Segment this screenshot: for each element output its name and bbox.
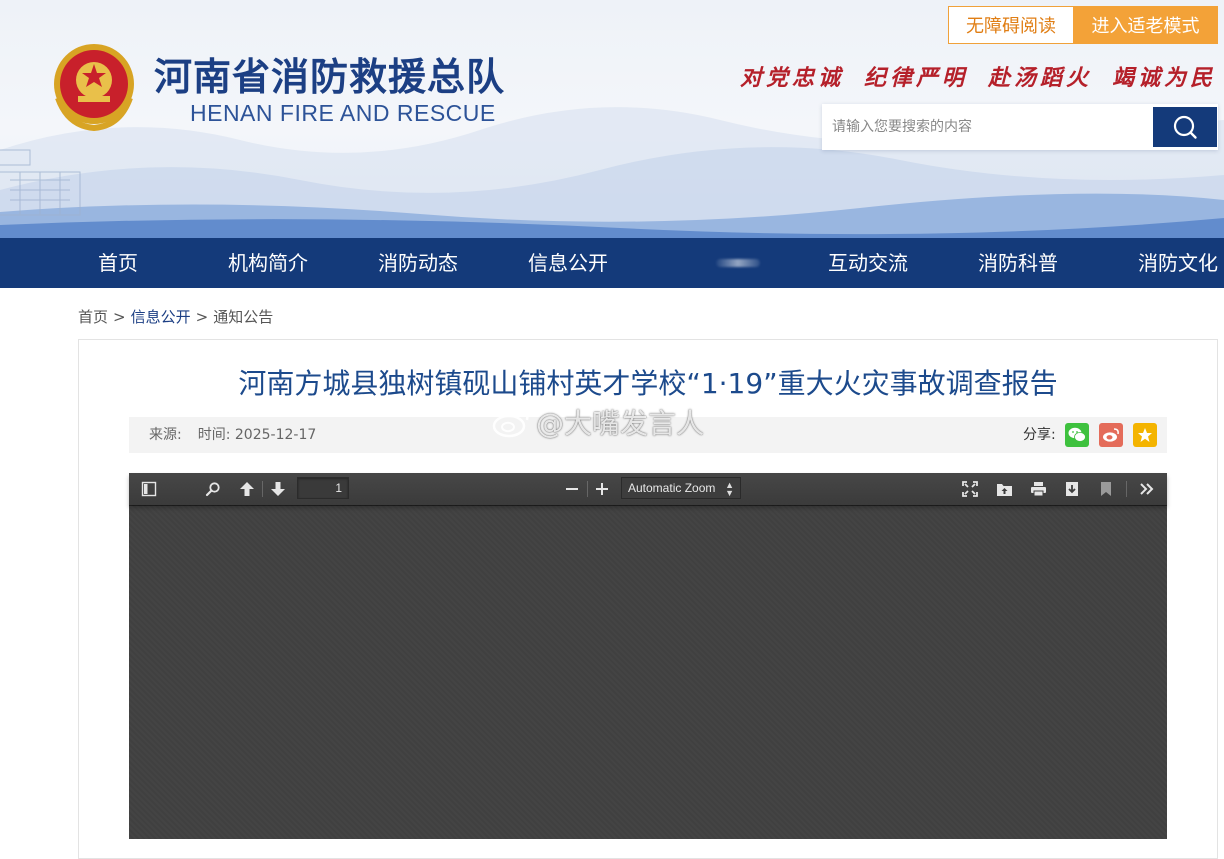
weibo-logo-icon xyxy=(492,408,529,438)
zoom-in-icon xyxy=(596,483,608,495)
site-header: 河南省消防救援总队 HENAN FIRE AND RESCUE 无障碍阅读 进入… xyxy=(0,0,1224,238)
print-button[interactable] xyxy=(1025,477,1051,501)
search-input[interactable] xyxy=(822,104,1152,150)
presentation-mode-icon xyxy=(962,481,978,497)
share-weibo-button[interactable] xyxy=(1099,423,1123,447)
breadcrumb-public-info[interactable]: 信息公开 xyxy=(131,308,191,326)
toolbar-separator xyxy=(262,481,263,497)
nav-item-fire-science[interactable]: 消防科普 xyxy=(978,238,1058,288)
next-page-button[interactable] xyxy=(265,477,291,501)
share-label: 分享: xyxy=(1023,427,1056,443)
slogan: 竭诚为民 xyxy=(1111,65,1216,91)
source-label: 来源: xyxy=(149,427,182,443)
slogan: 对党忠诚 xyxy=(740,65,845,91)
qzone-star-icon xyxy=(1138,428,1152,442)
bookmark-button[interactable] xyxy=(1093,477,1119,501)
next-page-icon xyxy=(271,482,285,496)
pdf-viewer: Automatic Zoom ▲▼ xyxy=(129,473,1167,839)
watermark-text: @大嘴发言人 xyxy=(536,407,705,440)
zoom-value: Automatic Zoom xyxy=(628,481,716,495)
previous-page-button[interactable] xyxy=(234,477,260,501)
fire-rescue-emblem-icon xyxy=(54,44,134,132)
nav-item-home[interactable]: 首页 xyxy=(98,238,138,288)
sidebar-toggle-button[interactable] xyxy=(136,477,162,501)
previous-page-icon xyxy=(240,482,254,496)
site-subtitle: HENAN FIRE AND RESCUE xyxy=(190,100,496,126)
open-file-button[interactable] xyxy=(991,477,1017,501)
time-label: 时间: xyxy=(197,427,231,443)
zoom-in-button[interactable] xyxy=(589,477,615,501)
nav-item-about[interactable]: 机构简介 xyxy=(228,238,308,288)
sidebar-toggle-icon xyxy=(141,481,157,497)
breadcrumb-notices[interactable]: 通知公告 xyxy=(213,308,273,326)
zoom-out-icon xyxy=(566,488,578,490)
weibo-watermark: @大嘴发言人 xyxy=(492,402,704,442)
find-button[interactable] xyxy=(200,477,226,501)
nav-item-interaction[interactable]: 互动交流 xyxy=(828,238,908,288)
breadcrumb-separator: > xyxy=(113,308,126,326)
slogans: 对党忠诚 纪律严明 赴汤蹈火 竭诚为民 xyxy=(740,60,1224,92)
nav-item-news[interactable]: 消防动态 xyxy=(378,238,458,288)
publish-date: 2025-12-17 xyxy=(234,427,317,443)
elder-mode-button[interactable]: 进入适老模式 xyxy=(1073,6,1218,44)
download-icon xyxy=(1066,482,1078,496)
nav-item-fire-culture[interactable]: 消防文化 xyxy=(1138,238,1218,288)
breadcrumb-separator: > xyxy=(195,308,209,326)
pdf-toolbar: Automatic Zoom ▲▼ xyxy=(129,473,1167,505)
open-file-icon xyxy=(996,484,1012,496)
tools-button[interactable] xyxy=(1134,477,1160,501)
search-icon xyxy=(1173,115,1197,139)
toolbar-separator xyxy=(1126,481,1127,497)
main-nav: 首页 机构简介 消防动态 信息公开 互动交流 消防科普 消防文化 xyxy=(0,238,1224,288)
nav-item-public-info[interactable]: 信息公开 xyxy=(528,238,608,288)
nav-item-obscured[interactable] xyxy=(716,259,760,267)
print-icon xyxy=(1030,482,1046,497)
find-icon xyxy=(205,482,220,497)
select-arrows-icon: ▲ ▼ xyxy=(725,480,734,498)
bookmark-icon xyxy=(1101,482,1111,496)
search-box xyxy=(822,104,1218,150)
article-title: 河南方城县独树镇砚山铺村英才学校“1·19”重大火灾事故调查报告 xyxy=(238,367,1058,400)
presentation-mode-button[interactable] xyxy=(957,477,983,501)
accessible-reading-button[interactable]: 无障碍阅读 xyxy=(948,6,1074,44)
toolbar-separator xyxy=(587,481,588,497)
tools-icon xyxy=(1140,483,1154,495)
download-button[interactable] xyxy=(1059,477,1085,501)
breadcrumb: 首页 > 信息公开 > 通知公告 xyxy=(78,306,273,327)
zoom-select[interactable]: Automatic Zoom ▲ ▼ xyxy=(621,477,741,499)
weibo-icon xyxy=(1103,428,1119,442)
wechat-icon xyxy=(1068,427,1086,442)
slogan: 赴汤蹈火 xyxy=(987,65,1092,91)
article-meta: 来源: 时间: 2025-12-17 xyxy=(149,417,316,453)
zoom-out-button[interactable] xyxy=(559,477,585,501)
share-qzone-button[interactable] xyxy=(1133,423,1157,447)
breadcrumb-home[interactable]: 首页 xyxy=(78,308,108,326)
search-button[interactable] xyxy=(1153,107,1217,147)
slogan: 纪律严明 xyxy=(863,65,968,91)
page-number-input[interactable] xyxy=(297,477,349,499)
share-wechat-button[interactable] xyxy=(1065,423,1089,447)
site-title: 河南省消防救援总队 xyxy=(154,55,506,99)
